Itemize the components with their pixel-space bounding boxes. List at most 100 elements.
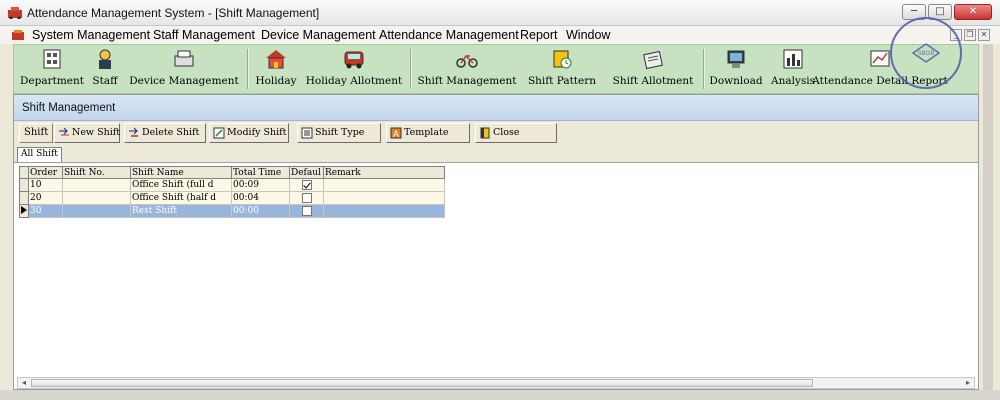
cell-default[interactable]	[289, 204, 324, 218]
toolbar-label: Holiday Allotment	[305, 75, 403, 87]
cell-remark[interactable]	[323, 204, 445, 218]
analysis-icon	[783, 49, 803, 69]
menu-bar: System Management Staff Management Devic…	[0, 26, 1000, 44]
toolbar-shift-pattern-button[interactable]: Shift Pattern	[520, 45, 604, 93]
scrollbar-thumb[interactable]	[31, 379, 813, 387]
column-header-default[interactable]: Defaul	[289, 166, 324, 179]
shift-grid: Order Shift No. Shift Name Total Time De…	[19, 166, 445, 218]
menu-report[interactable]: Report	[520, 28, 558, 42]
cell-order[interactable]: 10	[28, 178, 63, 192]
cell-order[interactable]: 30	[28, 204, 63, 218]
cell-shift-name[interactable]: Rest Shift	[130, 204, 232, 218]
table-row[interactable]: 20 Office Shift (half d 00:04	[19, 191, 445, 205]
panel-header: Shift Management	[14, 95, 978, 121]
cell-total-time[interactable]: 00:04	[231, 191, 290, 205]
staff-icon	[99, 49, 111, 69]
shift-type-button[interactable]: Shift Type	[297, 123, 381, 143]
default-checkbox[interactable]	[302, 179, 312, 190]
toolbar-device-management-button[interactable]: Device Management	[126, 45, 242, 93]
mdi-close-button[interactable]: ✕	[978, 29, 990, 41]
toolbar-label: Download	[709, 75, 763, 87]
menu-window[interactable]: Window	[566, 28, 610, 42]
app-icon	[8, 7, 22, 19]
cell-shift-name[interactable]: Office Shift (half d	[130, 191, 232, 205]
cell-shift-no[interactable]	[62, 204, 131, 218]
cell-default[interactable]	[289, 191, 324, 205]
close-door-icon	[480, 127, 490, 139]
scroll-left-icon[interactable]: ◂	[18, 378, 30, 388]
panel-toolbar: Shift New Shift Delete Shift Modify Shif…	[14, 121, 978, 145]
window-right-edge	[983, 44, 993, 390]
shift-allotment-icon	[643, 50, 663, 70]
cell-default[interactable]	[289, 178, 324, 192]
document-icon	[12, 30, 24, 40]
company-stamp: SBGB	[890, 17, 962, 89]
cell-remark[interactable]	[323, 178, 445, 192]
close-panel-button[interactable]: Close	[475, 123, 557, 143]
column-header-shift-no[interactable]: Shift No.	[62, 166, 131, 179]
toolbar-department-button[interactable]: Department	[20, 45, 84, 93]
shift-tab[interactable]: Shift	[19, 123, 54, 143]
button-label: New Shift	[72, 127, 121, 138]
delete-shift-button[interactable]: Delete Shift	[124, 123, 206, 143]
template-button[interactable]: A Template	[386, 123, 470, 143]
toolbar-shift-management-button[interactable]: Shift Management	[415, 45, 519, 93]
cell-shift-name[interactable]: Office Shift (full d	[130, 178, 232, 192]
menu-staff-management[interactable]: Staff Management	[153, 28, 255, 42]
new-shift-icon	[59, 127, 69, 136]
button-label: Template	[404, 127, 449, 138]
scroll-right-icon[interactable]: ▸	[962, 378, 974, 388]
panel-title: Shift Management	[22, 102, 116, 114]
holiday-allotment-icon	[344, 51, 364, 69]
toolbar-staff-button[interactable]: Staff	[88, 45, 122, 93]
svg-text:SBGB: SBGB	[918, 51, 935, 57]
modify-shift-icon	[213, 127, 225, 139]
toolbar-separator	[410, 49, 412, 89]
default-checkbox[interactable]	[302, 205, 312, 216]
column-header-total-time[interactable]: Total Time	[231, 166, 290, 179]
menu-attendance-management[interactable]: Attendance Management	[379, 28, 519, 42]
close-button[interactable]: ✕	[954, 4, 992, 20]
toolbar-download-button[interactable]: Download	[707, 45, 765, 93]
cell-remark[interactable]	[323, 191, 445, 205]
row-indicator[interactable]	[19, 191, 29, 205]
toolbar-separator	[247, 49, 249, 89]
window-title: Attendance Management System - [Shift Ma…	[27, 6, 320, 20]
table-row[interactable]: 10 Office Shift (full d 00:09	[19, 178, 445, 192]
title-bar: Attendance Management System - [Shift Ma…	[0, 0, 1000, 26]
menu-system-management[interactable]: System Management	[32, 28, 150, 42]
toolbar-label: Department	[20, 75, 85, 87]
cell-shift-no[interactable]	[62, 178, 131, 192]
row-indicator[interactable]	[19, 178, 29, 192]
template-icon: A	[390, 127, 402, 139]
holiday-icon	[266, 50, 286, 69]
cell-total-time[interactable]: 00:09	[231, 178, 290, 192]
device-icon	[174, 50, 194, 67]
cell-order[interactable]: 20	[28, 191, 63, 205]
toolbar-label: Shift Management	[417, 75, 517, 87]
toolbar-label: Shift Allotment	[612, 75, 694, 87]
stamp-logo-icon: SBGB	[912, 43, 940, 63]
mdi-restore-button[interactable]: ❐	[964, 29, 976, 41]
toolbar-holiday-allotment-button[interactable]: Holiday Allotment	[302, 45, 406, 93]
toolbar-holiday-button[interactable]: Holiday	[252, 45, 300, 93]
toolbar-label: Device Management	[129, 75, 239, 87]
toolbar-label: Holiday	[255, 75, 297, 87]
attendance-report-icon	[870, 50, 890, 67]
menu-device-management[interactable]: Device Management	[261, 28, 376, 42]
default-checkbox[interactable]	[302, 192, 312, 203]
cell-total-time[interactable]: 00:00	[231, 204, 290, 218]
cell-shift-no[interactable]	[62, 191, 131, 205]
tab-all-shift[interactable]: All Shift	[17, 147, 62, 162]
column-header-remark[interactable]: Remark	[323, 166, 445, 179]
modify-shift-button[interactable]: Modify Shift	[209, 123, 289, 143]
new-shift-button[interactable]: New Shift	[54, 123, 120, 143]
horizontal-scrollbar[interactable]: ◂ ▸	[17, 377, 975, 389]
column-header-shift-name[interactable]: Shift Name	[130, 166, 232, 179]
grid-header-row: Order Shift No. Shift Name Total Time De…	[19, 166, 445, 179]
table-row-selected[interactable]: 30 Rest Shift 00:00	[19, 204, 445, 218]
toolbar-separator	[703, 49, 705, 89]
current-row-indicator[interactable]	[19, 204, 29, 218]
toolbar-shift-allotment-button[interactable]: Shift Allotment	[606, 45, 700, 93]
column-header-order[interactable]: Order	[28, 166, 63, 179]
